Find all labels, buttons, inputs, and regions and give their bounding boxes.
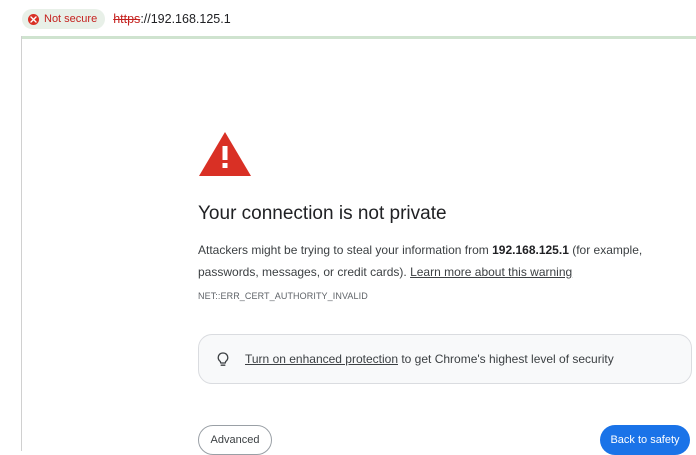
protection-text: Turn on enhanced protection to get Chrom… bbox=[245, 352, 614, 366]
page-left-border bbox=[21, 36, 22, 451]
description: Attackers might be trying to steal your … bbox=[198, 239, 678, 283]
page-title: Your connection is not private bbox=[198, 203, 447, 224]
warning-triangle-icon bbox=[199, 132, 251, 176]
close-x-glyph bbox=[30, 15, 37, 23]
security-chip[interactable]: Not secure bbox=[22, 9, 106, 29]
not-secure-icon bbox=[28, 13, 39, 25]
url-scheme: https bbox=[113, 12, 141, 26]
description-part1: Attackers might be trying to steal your … bbox=[198, 243, 493, 257]
protection-suffix: to get Chrome's highest level of securit… bbox=[398, 352, 614, 366]
description-host: 192.168.125.1 bbox=[492, 243, 569, 257]
enhanced-protection-link[interactable]: Turn on enhanced protection bbox=[245, 352, 398, 366]
lightbulb-icon bbox=[217, 351, 229, 366]
error-code: NET::ERR_CERT_AUTHORITY_INVALID bbox=[198, 291, 368, 301]
url-host: ://192.168.125.1 bbox=[140, 12, 231, 26]
learn-more-link[interactable]: Learn more about this warning bbox=[410, 265, 572, 279]
security-label: Not secure bbox=[44, 13, 98, 25]
address-bar[interactable]: Not secure https://192.168.125.1 bbox=[0, 0, 696, 36]
toolbar-divider bbox=[22, 36, 696, 39]
address-bar-content: Not secure https://192.168.125.1 bbox=[22, 9, 231, 29]
enhanced-protection-banner: Turn on enhanced protection to get Chrom… bbox=[198, 334, 692, 384]
url-text[interactable]: https://192.168.125.1 bbox=[113, 12, 230, 26]
